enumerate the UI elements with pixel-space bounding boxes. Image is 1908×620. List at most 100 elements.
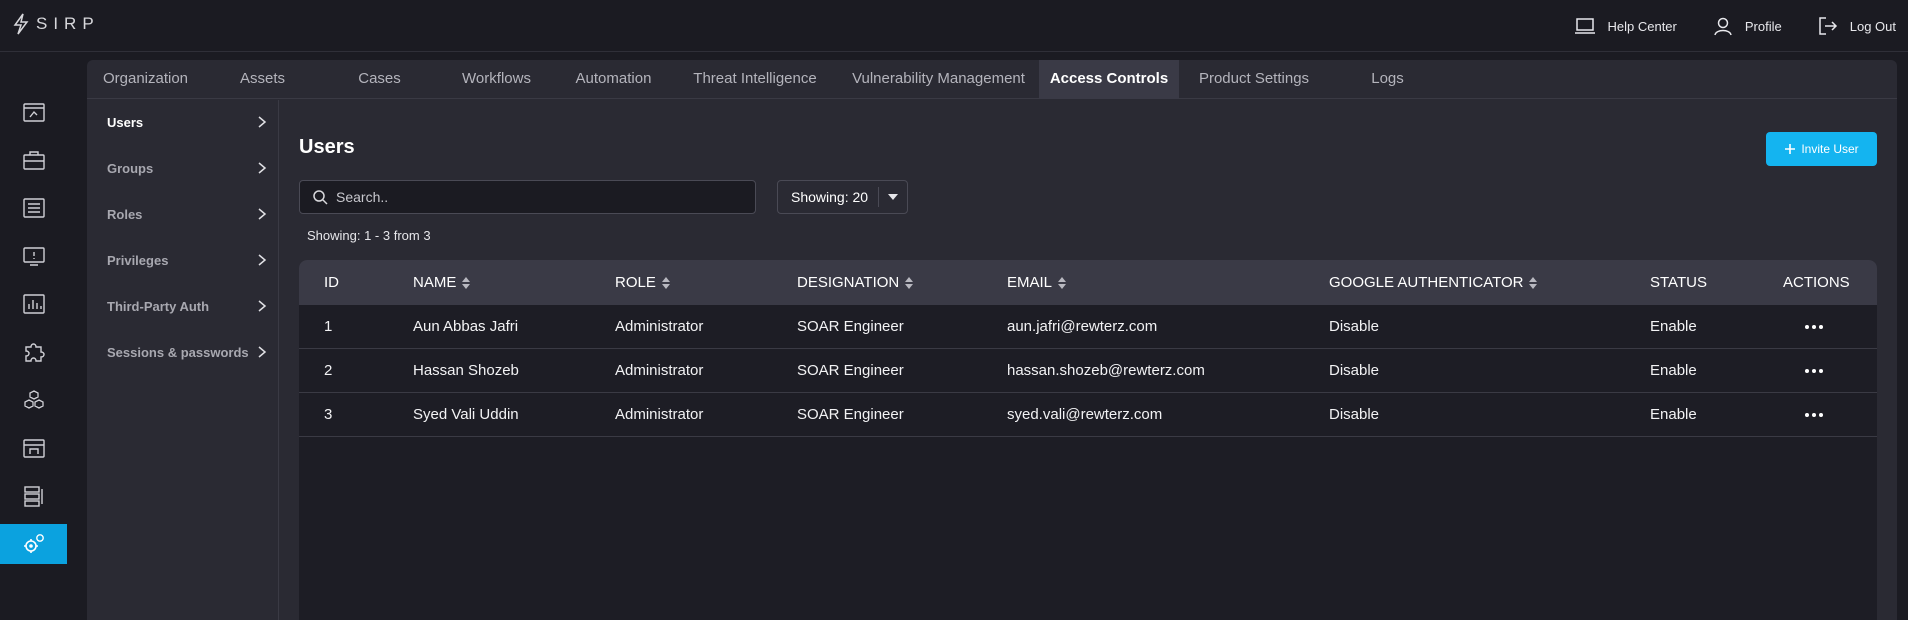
tab-access-controls[interactable]: Access Controls xyxy=(1039,60,1179,99)
tab-threat-intelligence[interactable]: Threat Intelligence xyxy=(672,60,838,99)
subnav-item-privileges[interactable]: Privileges xyxy=(107,248,267,272)
column-header-email: EMAIL xyxy=(1007,260,1067,305)
chevron-right-icon xyxy=(258,300,267,312)
search-icon xyxy=(313,190,328,205)
users-table: ID NAME ROLE DESIGNATION EMAIL GOOGLE AU… xyxy=(299,260,1877,620)
rail-settings[interactable] xyxy=(0,524,67,564)
cell-email: hassan.shozeb@rewterz.com xyxy=(1007,362,1205,379)
sort-icon[interactable] xyxy=(462,276,471,289)
chevron-right-icon xyxy=(258,116,267,128)
subnav-item-third-party-auth[interactable]: Third-Party Auth xyxy=(107,294,267,318)
subnav-item-users[interactable]: Users xyxy=(107,110,267,134)
rail-database[interactable] xyxy=(0,476,67,516)
subnav-item-sessions-passwords[interactable]: Sessions & passwords xyxy=(107,340,267,364)
subnav-item-label: Users xyxy=(107,114,144,130)
puzzle-icon xyxy=(24,343,45,362)
chevron-right-icon xyxy=(258,254,267,266)
monitor-alert-icon xyxy=(22,247,45,266)
profile-button[interactable]: Profile xyxy=(1713,16,1782,36)
plus-icon xyxy=(1785,144,1796,154)
cell-designation: SOAR Engineer xyxy=(797,318,904,335)
search-input[interactable] xyxy=(336,189,736,205)
table-header: ID NAME ROLE DESIGNATION EMAIL GOOGLE AU… xyxy=(299,260,1877,305)
cell-google-auth: Disable xyxy=(1329,406,1380,423)
column-header-role: ROLE xyxy=(615,260,670,305)
rail-assets[interactable] xyxy=(0,380,67,420)
rail-list[interactable] xyxy=(0,188,67,228)
page-title: Users xyxy=(299,136,355,158)
sort-icon[interactable] xyxy=(905,276,914,289)
rail-reports[interactable] xyxy=(0,284,67,324)
cell-designation: SOAR Engineer xyxy=(797,406,904,423)
search-box[interactable] xyxy=(299,180,756,214)
cell-name: Hassan Shozeb xyxy=(413,362,519,379)
cell-status: Enable xyxy=(1650,362,1697,379)
laptop-icon xyxy=(1574,18,1595,34)
table-row[interactable]: 2 Hassan Shozeb Administrator SOAR Engin… xyxy=(299,349,1877,393)
invite-user-label: Invite User xyxy=(1801,142,1859,156)
table-row[interactable]: 3 Syed Vali Uddin Administrator SOAR Eng… xyxy=(299,393,1877,437)
column-header-actions: ACTIONS xyxy=(1783,260,1850,305)
column-header-google-authenticator: GOOGLE AUTHENTICATOR xyxy=(1329,260,1538,305)
subnav-item-groups[interactable]: Groups xyxy=(107,156,267,180)
tab-product-settings[interactable]: Product Settings xyxy=(1179,60,1329,99)
users-content: Users Invite User Showing: 20 Showing: 1… xyxy=(299,100,1877,620)
tab-cases[interactable]: Cases xyxy=(321,60,438,99)
subnav-item-label: Third-Party Auth xyxy=(107,298,210,314)
subnav-item-roles[interactable]: Roles xyxy=(107,202,267,226)
column-header-status: STATUS xyxy=(1650,260,1707,305)
cell-status: Enable xyxy=(1650,406,1697,423)
rail-dashboard[interactable] xyxy=(0,92,67,132)
rail-cases[interactable] xyxy=(0,140,67,180)
more-actions-icon[interactable] xyxy=(1805,349,1823,393)
cell-role: Administrator xyxy=(615,318,704,335)
cell-id: 2 xyxy=(324,362,333,379)
cell-id: 3 xyxy=(324,406,333,423)
column-header-name: NAME xyxy=(413,260,471,305)
main-panel: Organization Assets Cases Workflows Auto… xyxy=(87,60,1897,620)
tab-logs[interactable]: Logs xyxy=(1329,60,1446,99)
more-actions-icon[interactable] xyxy=(1805,305,1823,349)
column-label: DESIGNATION xyxy=(797,274,900,291)
profile-label: Profile xyxy=(1744,18,1782,34)
table-row[interactable]: 1 Aun Abbas Jafri Administrator SOAR Eng… xyxy=(299,305,1877,349)
invite-user-button[interactable]: Invite User xyxy=(1766,132,1877,166)
rail-alerts[interactable] xyxy=(0,236,67,276)
brand-name: SIRP xyxy=(36,14,100,33)
briefcase-icon xyxy=(22,151,45,170)
chevron-right-icon xyxy=(258,162,267,174)
sort-icon[interactable] xyxy=(661,276,670,289)
top-bar: SIRP Help Center Profile Log Out xyxy=(0,0,1908,52)
dashboard-icon xyxy=(22,103,45,122)
help-center-label: Help Center xyxy=(1607,18,1677,34)
cell-email: syed.vali@rewterz.com xyxy=(1007,406,1163,423)
cell-status: Enable xyxy=(1650,318,1697,335)
logout-icon xyxy=(1818,17,1837,35)
tab-vulnerability-management[interactable]: Vulnerability Management xyxy=(838,60,1039,99)
cubes-icon xyxy=(23,390,44,409)
gateway-icon xyxy=(22,439,45,458)
rail-gateway[interactable] xyxy=(0,428,67,468)
rail-integrations[interactable] xyxy=(0,332,67,372)
logout-button[interactable]: Log Out xyxy=(1818,16,1896,36)
user-icon xyxy=(1714,17,1732,36)
sirp-logo[interactable]: SIRP xyxy=(12,13,100,35)
more-actions-icon[interactable] xyxy=(1805,393,1823,437)
tab-automation[interactable]: Automation xyxy=(555,60,672,99)
chevron-right-icon xyxy=(258,346,267,358)
help-center-button[interactable]: Help Center xyxy=(1574,17,1677,35)
sort-icon[interactable] xyxy=(1529,276,1538,289)
column-label: ACTIONS xyxy=(1783,274,1850,291)
top-tabs: Organization Assets Cases Workflows Auto… xyxy=(87,60,1897,99)
cell-role: Administrator xyxy=(615,406,704,423)
tab-organization[interactable]: Organization xyxy=(87,60,204,99)
column-label: NAME xyxy=(413,274,457,291)
tab-workflows[interactable]: Workflows xyxy=(438,60,555,99)
list-icon xyxy=(22,198,45,218)
sort-icon[interactable] xyxy=(1058,276,1067,289)
subnav-item-label: Sessions & passwords xyxy=(107,344,249,360)
tab-assets[interactable]: Assets xyxy=(204,60,321,99)
cell-email: aun.jafri@rewterz.com xyxy=(1007,318,1158,335)
page-size-select[interactable]: Showing: 20 xyxy=(777,180,908,214)
subnav-item-label: Roles xyxy=(107,206,143,222)
